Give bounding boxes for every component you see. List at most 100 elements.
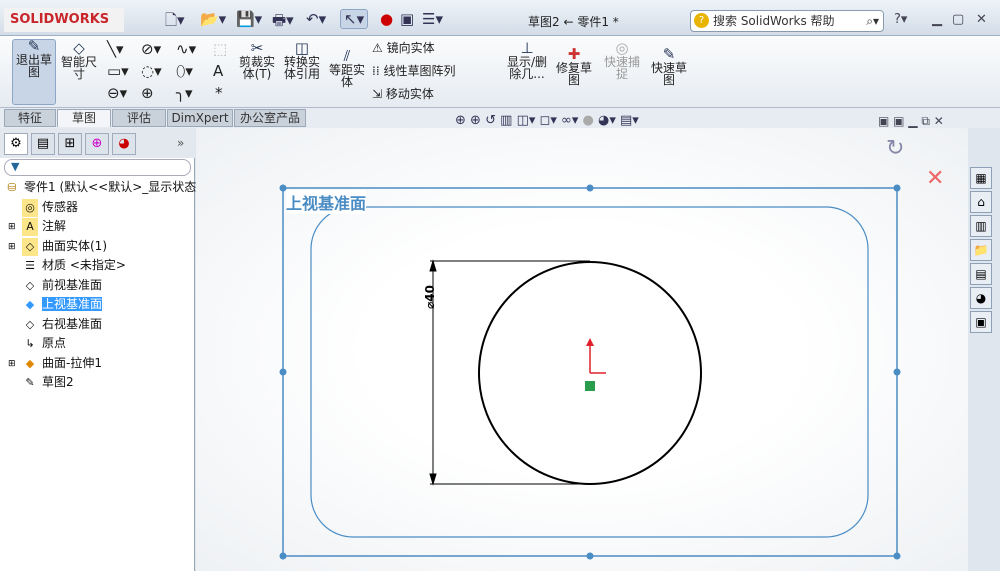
ellipse-icon[interactable]: ⬯▾: [176, 62, 193, 80]
view-palette-icon[interactable]: ▤: [970, 263, 992, 285]
confirm-icon[interactable]: ↻: [886, 136, 904, 161]
arc-icon[interactable]: ◌▾: [141, 62, 162, 80]
point-icon[interactable]: *: [215, 84, 223, 102]
minimize-icon[interactable]: ▁: [932, 12, 942, 27]
solidworks-logo[interactable]: SOLIDWORKS: [4, 8, 124, 32]
sensor-icon: ◎: [22, 199, 38, 217]
tree-item[interactable]: ☰ 材质 <未指定>: [22, 256, 126, 274]
custom-properties-icon[interactable]: ▣: [970, 311, 992, 333]
mirror-button[interactable]: ⚠ 镜向实体: [372, 42, 435, 54]
feature-manager-panel: ⚙ ▤ ⊞ ⊕ ◕ » ▼ ⛁ 零件1 (默认<<默认>_显示状态 ◎ 传感器 A注…: [0, 128, 196, 571]
config-manager-tab-icon[interactable]: ⊞: [58, 133, 82, 155]
view-orientation-icon[interactable]: ◫▾: [517, 113, 536, 128]
fillet-icon[interactable]: ╮▾: [176, 84, 193, 102]
rebuild-icon[interactable]: ●: [380, 10, 393, 28]
tab-office[interactable]: 办公室产品: [234, 109, 306, 127]
title-bar: SOLIDWORKS 🗋▾ 📂▾ 💾▾ 🖶▾ ↶▾ ↖▾ ● ▣ ☰▾ 草图2 …: [0, 0, 1000, 36]
feature-tree-tab-icon[interactable]: ⚙: [4, 133, 28, 155]
tab-features[interactable]: 特征: [4, 109, 56, 127]
circle-icon[interactable]: ⊘▾: [141, 40, 161, 58]
section-view-icon[interactable]: ▥: [500, 113, 512, 128]
new-icon[interactable]: 🗋▾: [165, 10, 185, 35]
open-icon[interactable]: 📂▾: [200, 10, 226, 28]
hide-show-icon[interactable]: ∞▾: [561, 113, 578, 128]
material-icon: ☰: [25, 259, 35, 272]
trim-button[interactable]: ✂ 剪裁实体(T): [236, 39, 278, 81]
task-pane: ▦ ⌂ ▥ 📁 ▤ ◕ ▣: [968, 165, 1000, 335]
display-style-icon[interactable]: ◻▾: [540, 113, 557, 128]
move-icon: ⇲: [372, 87, 386, 101]
print-icon[interactable]: 🖶▾: [272, 10, 294, 35]
help-search-input[interactable]: ? 搜索 SolidWorks 帮助 ⌕▾: [690, 10, 884, 32]
tree-item[interactable]: ◆ 曲面-拉伸1: [22, 354, 102, 372]
spline-icon[interactable]: ∿▾: [176, 40, 196, 58]
plane-label: 上视基准面: [286, 190, 367, 214]
design-library-icon[interactable]: ▥: [970, 215, 992, 237]
tree-item[interactable]: ↳ 原点: [22, 334, 66, 352]
expand-toggle-icon[interactable]: ⊞: [8, 242, 16, 252]
view-settings-icon[interactable]: ▤▾: [620, 113, 639, 128]
tab-evaluate[interactable]: 评估: [112, 109, 166, 127]
plane-icon[interactable]: ⬚: [213, 40, 227, 58]
scene-icon[interactable]: ◕▾: [598, 113, 616, 128]
expand-toggle-icon[interactable]: ⊞: [8, 222, 16, 232]
expand-toggle-icon[interactable]: ⊞: [8, 359, 16, 369]
home-icon[interactable]: ⌂: [970, 191, 992, 213]
expand-icon[interactable]: »: [177, 136, 184, 150]
zoom-fit-icon[interactable]: ⊕: [455, 113, 466, 128]
tab-sketch[interactable]: 草图: [57, 109, 111, 127]
file-explorer-icon[interactable]: 📁: [970, 239, 992, 261]
rapid-sketch-button[interactable]: ✎ 快速草图: [648, 47, 690, 87]
tree-filter-input[interactable]: ▼: [4, 159, 191, 176]
tree-root[interactable]: ⛁ 零件1 (默认<<默认>_显示状态: [4, 178, 196, 196]
quick-snaps-button[interactable]: ◎ 快速捕捉: [602, 41, 642, 81]
polygon-icon[interactable]: ⊕: [141, 84, 154, 102]
dimension-label[interactable]: ⌀40: [423, 285, 437, 309]
slot-icon[interactable]: ⊖▾: [107, 84, 127, 102]
undo-icon[interactable]: ↶▾: [306, 10, 326, 28]
offset-button[interactable]: ⫽ 等距实体: [328, 49, 366, 89]
select-icon[interactable]: ↖▾: [340, 9, 369, 29]
sketch-icon: ✎: [25, 376, 35, 389]
convert-entities-button[interactable]: ◫ 转换实体引用: [282, 41, 322, 81]
tab-dimxpert[interactable]: DimXpert: [167, 109, 233, 127]
graphics-area[interactable]: 上视基准面 ⌀40 ↻ ✕: [196, 128, 968, 571]
search-icon[interactable]: ⌕▾: [866, 11, 879, 31]
options-icon[interactable]: ▣: [400, 10, 414, 28]
tree-item[interactable]: ✎ 草图2: [22, 373, 73, 391]
pattern-icon: ⁞⁞: [372, 64, 384, 78]
trim-icon: ✂: [250, 39, 264, 57]
tree-item[interactable]: ◇ 右视基准面: [22, 315, 102, 333]
tree-item[interactable]: A 注解: [22, 217, 66, 236]
help-menu-icon[interactable]: ?▾: [894, 12, 907, 27]
help-icon: ?: [694, 13, 709, 28]
display-manager-tab-icon[interactable]: ◕: [112, 133, 136, 155]
linear-pattern-button[interactable]: ⁞⁞ 线性草图阵列: [372, 65, 455, 77]
exit-sketch-button[interactable]: ✎ 退出草图: [12, 39, 56, 105]
property-manager-tab-icon[interactable]: ▤: [31, 133, 55, 155]
viewport-controls-icon[interactable]: ▣ ▣ ▁ ⧉ ✕: [878, 114, 944, 129]
save-icon[interactable]: 💾▾: [236, 10, 262, 28]
zoom-area-icon[interactable]: ⊕: [470, 113, 481, 128]
text-icon[interactable]: A: [213, 62, 223, 80]
smart-dimension-button[interactable]: ◇ 智能尺寸: [58, 41, 100, 81]
maximize-icon[interactable]: ▢: [952, 12, 964, 27]
resources-icon[interactable]: ▦: [970, 167, 992, 189]
repair-sketch-button[interactable]: ✚ 修复草图: [554, 47, 594, 87]
tree-item[interactable]: ◇ 前视基准面: [22, 276, 102, 294]
file-props-icon[interactable]: ☰▾: [422, 10, 443, 28]
show-delete-relations-button[interactable]: ⊥ 显示/删除几...: [506, 41, 548, 81]
appearance-icon[interactable]: ●: [583, 113, 594, 128]
close-icon[interactable]: ✕: [976, 12, 987, 27]
filter-icon: ▼: [11, 160, 20, 173]
rectangle-icon[interactable]: ▭▾: [107, 62, 129, 80]
previous-view-icon[interactable]: ↺: [485, 113, 496, 128]
line-icon[interactable]: ╲▾: [107, 40, 124, 58]
tree-item-selected[interactable]: ◆ 上视基准面: [22, 295, 103, 313]
appearances-icon[interactable]: ◕: [970, 287, 992, 309]
tree-item[interactable]: ◎ 传感器: [22, 198, 78, 217]
dimxpert-tab-icon[interactable]: ⊕: [85, 133, 109, 155]
cancel-icon[interactable]: ✕: [926, 166, 944, 191]
tree-item[interactable]: ◇ 曲面实体(1): [22, 237, 107, 256]
move-entities-button[interactable]: ⇲ 移动实体: [372, 88, 434, 100]
